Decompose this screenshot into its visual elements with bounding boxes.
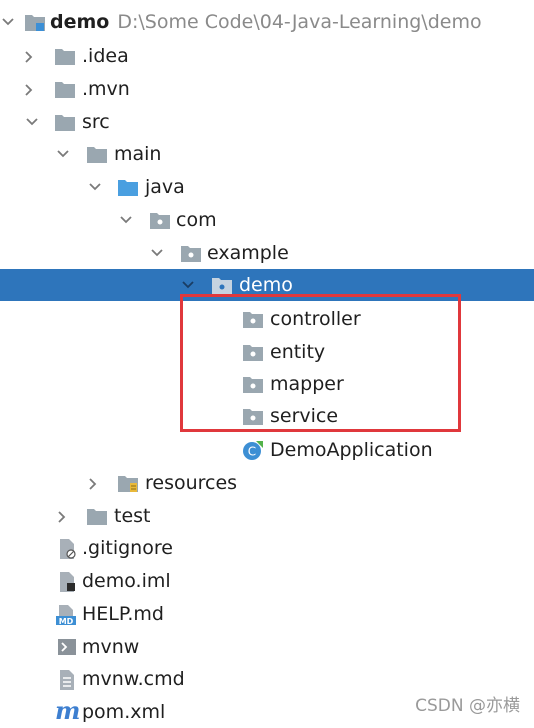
tree-row-mvn[interactable]: .mvn: [0, 73, 534, 105]
tree-row-demo-iml[interactable]: demo.iml: [0, 565, 534, 597]
tree-row-java[interactable]: java: [0, 171, 534, 203]
svg-text:C: C: [248, 445, 256, 459]
chevron-right-icon[interactable]: [22, 73, 38, 105]
folder-icon: [86, 144, 108, 164]
tree-label-test: test: [114, 505, 151, 527]
tree-label-help-md: HELP.md: [82, 603, 164, 625]
chevron-down-icon[interactable]: [149, 237, 165, 269]
tree-label-mvnw-cmd: mvnw.cmd: [82, 668, 185, 690]
tree-row-main[interactable]: main: [0, 138, 534, 170]
resources-folder-icon: [117, 473, 139, 493]
tree-row-idea[interactable]: .idea: [0, 40, 534, 72]
tree-label-main: main: [114, 143, 162, 165]
folder-icon: [54, 46, 76, 66]
ignore-file-icon: [57, 538, 79, 559]
tree-row-gitignore[interactable]: .gitignore: [0, 532, 534, 564]
folder-icon: [54, 112, 76, 132]
chevron-down-icon[interactable]: [55, 138, 71, 170]
folder-icon: [54, 79, 76, 99]
package-icon: [149, 210, 171, 230]
tree-label-java: java: [145, 176, 185, 198]
tree-label-demo-application: DemoApplication: [270, 439, 433, 461]
package-icon: [180, 243, 202, 263]
tree-label-demo-iml: demo.iml: [82, 570, 171, 592]
chevron-down-icon[interactable]: [87, 171, 103, 203]
tree-row-test[interactable]: test: [0, 500, 534, 532]
tree-row-demo-application[interactable]: C DemoApplication: [0, 434, 534, 466]
spring-class-icon: C: [242, 440, 264, 460]
module-file-icon: [57, 571, 79, 592]
tree-label-project: demo D:\Some Code\04-Java-Learning\demo: [50, 6, 482, 38]
project-path: D:\Some Code\04-Java-Learning\demo: [117, 11, 482, 33]
markdown-badge-text: MD: [59, 617, 74, 626]
tree-row-example[interactable]: example: [0, 237, 534, 269]
tree-row-src[interactable]: src: [0, 106, 534, 138]
tree-label-idea: .idea: [82, 45, 129, 67]
chevron-down-icon[interactable]: [0, 6, 16, 38]
tree-row-mvnw[interactable]: mvnw: [0, 631, 534, 663]
tree-row-com[interactable]: com: [0, 204, 534, 236]
tree-label-mvnw: mvnw: [82, 636, 140, 658]
package-icon: [211, 275, 233, 295]
source-folder-icon: [117, 177, 139, 197]
markdown-file-icon: MD: [55, 604, 77, 626]
maven-glyph: m: [55, 698, 80, 722]
tree-row-project-root[interactable]: demo D:\Some Code\04-Java-Learning\demo: [0, 6, 534, 38]
text-file-icon: [57, 669, 79, 690]
tree-row-help-md[interactable]: MD HELP.md: [0, 598, 534, 630]
tree-label-gitignore: .gitignore: [82, 537, 173, 559]
chevron-right-icon[interactable]: [55, 500, 71, 532]
shell-script-icon: [57, 637, 79, 657]
highlight-box: [180, 294, 461, 432]
tree-row-resources[interactable]: resources: [0, 467, 534, 499]
maven-file-icon: m: [54, 696, 80, 725]
folder-icon: [86, 506, 108, 526]
chevron-right-icon[interactable]: [22, 40, 38, 72]
tree-label-pom-xml: pom.xml: [82, 701, 166, 723]
chevron-right-icon[interactable]: [86, 467, 102, 499]
tree-label-com: com: [176, 209, 217, 231]
watermark: CSDN @亦横: [415, 696, 520, 716]
tree-label-example: example: [207, 242, 289, 264]
chevron-down-icon[interactable]: [118, 204, 134, 236]
chevron-down-icon[interactable]: [24, 106, 40, 138]
tree-label-src: src: [82, 111, 110, 133]
tree-label-resources: resources: [145, 472, 238, 494]
project-name: demo: [50, 11, 110, 33]
tree-label-mvn: .mvn: [82, 78, 130, 100]
module-folder-icon: [24, 12, 46, 32]
